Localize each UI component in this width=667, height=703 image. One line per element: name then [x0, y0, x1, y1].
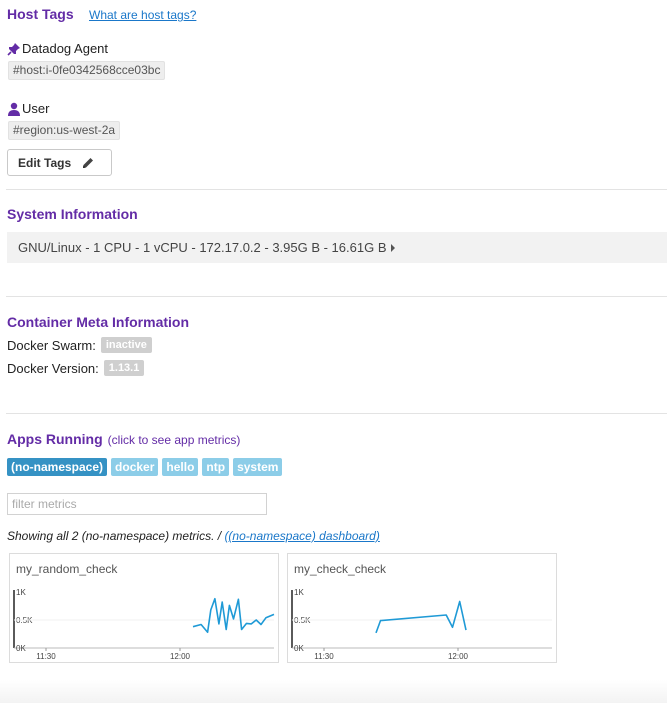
chart-title: my_check_check: [294, 562, 387, 576]
host-tags-help-link[interactable]: What are host tags?: [89, 8, 196, 22]
host-tag-chip[interactable]: #region:us-west-2a: [8, 121, 121, 140]
meta-label: Docker Swarm:: [7, 337, 96, 353]
tag-source-datadog-agent: Datadog Agent: [7, 41, 108, 56]
line-chart: 1K0.5K0K11:30 12:00: [291, 588, 552, 661]
series-line: [375, 600, 467, 634]
app-chip-system[interactable]: system: [233, 458, 283, 476]
tag-source-label: User: [22, 101, 50, 116]
showing-label: Showing all 2 (no-namespace) metrics. /: [7, 529, 225, 543]
y-tick-label: 0K: [294, 644, 304, 653]
chart-title: my_random_check: [16, 562, 118, 576]
bottom-fade: [0, 680, 667, 703]
docker-version-row: Docker Version: 1.13.1: [7, 360, 145, 376]
system-info-summary[interactable]: GNU/Linux - 1 CPU - 1 vCPU - 172.17.0.2 …: [7, 232, 667, 263]
y-tick-label: 1K: [16, 588, 26, 597]
x-tick-label: 12:00: [448, 652, 469, 661]
docker-swarm-row: Docker Swarm: inactive: [7, 337, 152, 353]
section-divider: [6, 296, 667, 297]
y-tick-label: 0K: [16, 644, 26, 653]
host-tag-chip[interactable]: #host:i-0fe0342568cce03bc: [8, 61, 166, 80]
meta-value-badge: 1.13.1: [103, 360, 145, 376]
apps-subtitle: (click to see app metrics): [107, 433, 241, 447]
x-tick-label: 11:30: [314, 652, 334, 661]
meta-label: Docker Version:: [7, 360, 99, 376]
y-tick-label: 1K: [294, 588, 304, 597]
filter-metrics-input[interactable]: [7, 493, 267, 515]
meta-value-badge: inactive: [100, 337, 152, 353]
metric-chart-card[interactable]: my_random_check 1K 0.5K 0K 11:30 12:00: [9, 553, 279, 663]
pencil-icon: [81, 156, 95, 170]
caret-right-icon: [390, 244, 395, 252]
section-divider: [6, 189, 667, 190]
metrics-showing-text: Showing all 2 (no-namespace) metrics. / …: [7, 529, 380, 543]
metric-chart-card[interactable]: my_check_check 1K 0.5K 0K 11:30 12:00: [287, 553, 557, 663]
apps-title: Apps Running: [7, 431, 103, 447]
x-tick-label: 11:30: [36, 652, 56, 661]
series-line: [192, 597, 275, 634]
x-tick-label: 12:00: [170, 652, 191, 661]
namespace-dashboard-link[interactable]: ((no-namespace) dashboard): [224, 529, 379, 543]
pushpin-icon: [7, 42, 21, 56]
app-chip-ntp[interactable]: ntp: [202, 458, 230, 476]
app-chip-docker[interactable]: docker: [111, 458, 159, 476]
edit-tags-label: Edit Tags: [18, 155, 72, 170]
edit-tags-button[interactable]: Edit Tags: [7, 149, 112, 176]
app-chip-list: (no-namespace) docker hello ntp system: [7, 458, 286, 476]
system-info-title: System Information: [7, 206, 138, 222]
container-meta-title: Container Meta Information: [7, 314, 190, 330]
tag-source-label: Datadog Agent: [22, 41, 109, 56]
apps-header: Apps Running (click to see app metrics): [7, 431, 240, 447]
section-divider: [6, 413, 667, 414]
user-icon: [7, 102, 21, 116]
tag-source-user: User: [7, 101, 49, 116]
app-chip-hello[interactable]: hello: [162, 458, 199, 476]
app-chip-no-namespace[interactable]: (no-namespace): [7, 458, 108, 476]
line-chart: 1K0.5K0K11:30 12:00: [13, 588, 275, 661]
system-info-text: GNU/Linux - 1 CPU - 1 vCPU - 172.17.0.2 …: [18, 240, 387, 255]
host-tags-title: Host Tags: [7, 6, 74, 22]
